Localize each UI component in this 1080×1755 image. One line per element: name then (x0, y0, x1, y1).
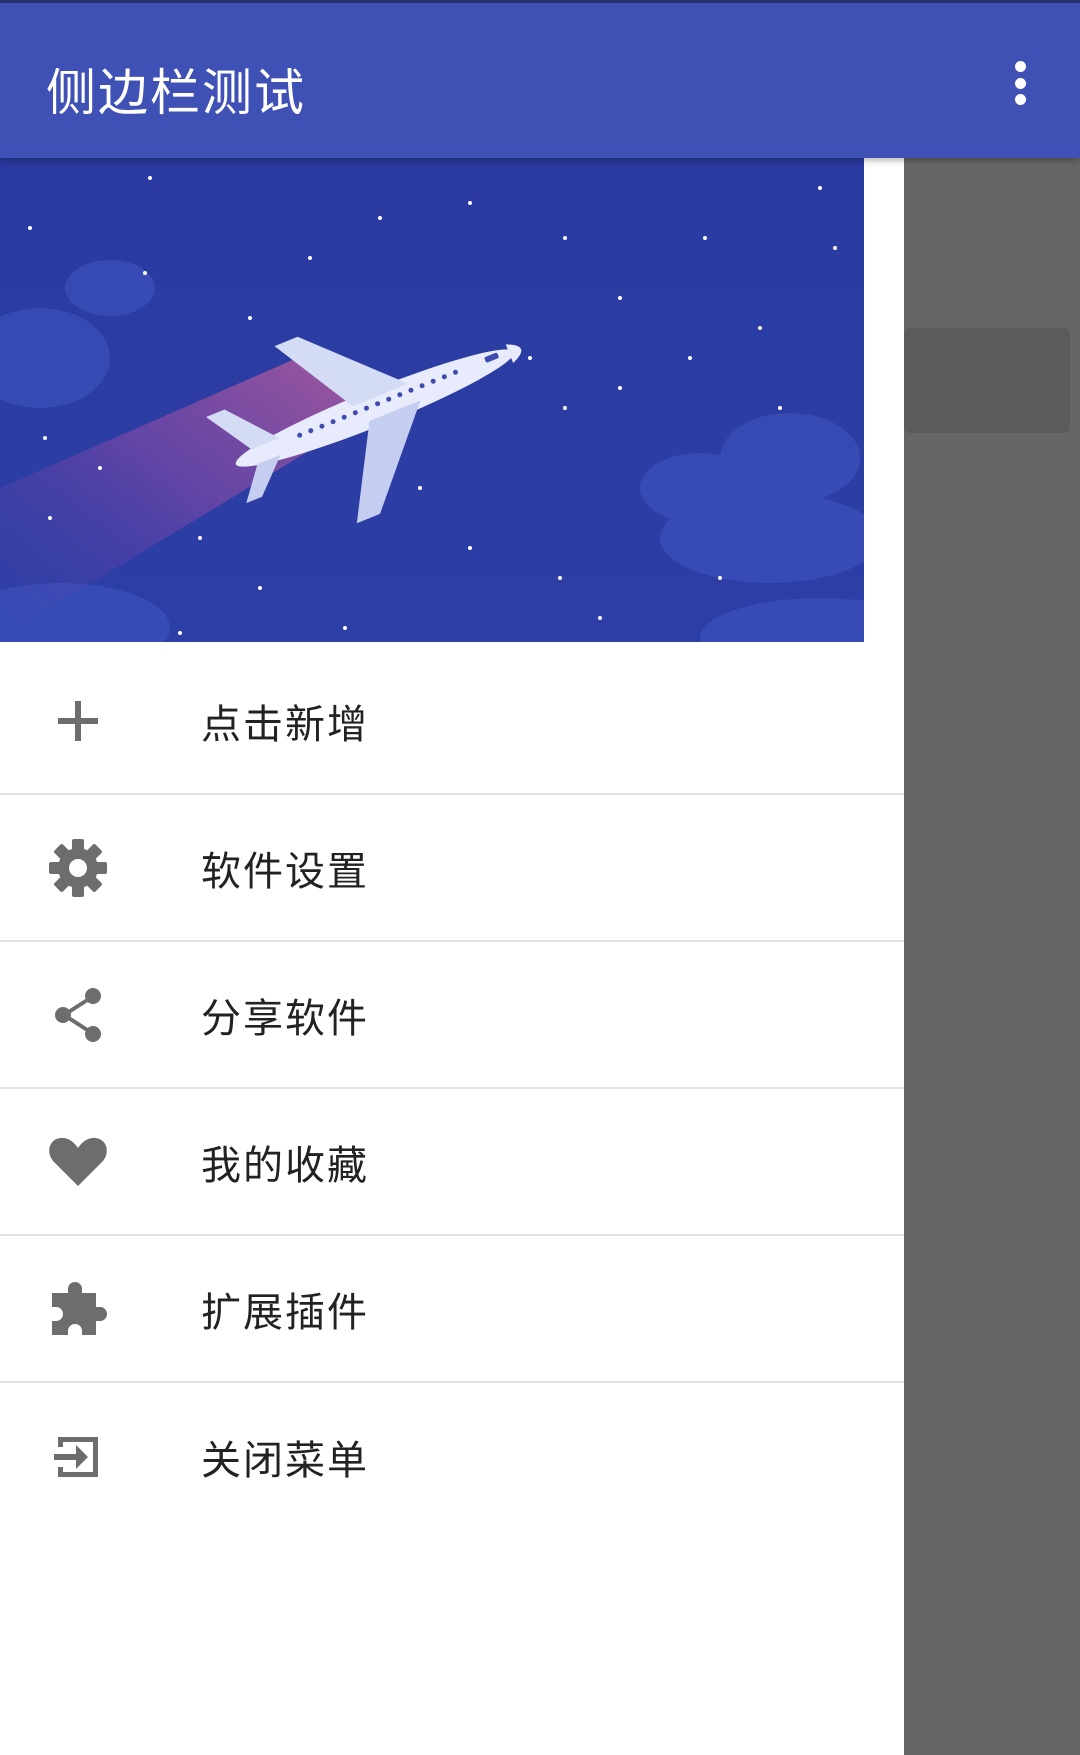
drawer-menu: 点击新增 软件设置 分享软件 我的收藏 扩展插件 关闭菜单 (0, 648, 904, 1530)
background-card (904, 328, 1070, 433)
menu-item-share[interactable]: 分享软件 (0, 942, 904, 1089)
menu-item-label: 扩展插件 (201, 1289, 369, 1336)
menu-item-favorites[interactable]: 我的收藏 (0, 1089, 904, 1236)
menu-item-label: 软件设置 (201, 848, 369, 895)
menu-item-add[interactable]: 点击新增 (0, 648, 904, 795)
menu-item-label: 点击新增 (201, 701, 369, 748)
menu-item-label: 我的收藏 (201, 1142, 369, 1189)
menu-item-label: 分享软件 (201, 995, 369, 1042)
heart-icon (49, 1137, 107, 1186)
share-icon (55, 987, 101, 1042)
navigation-drawer: 点击新增 软件设置 分享软件 我的收藏 扩展插件 关闭菜单 (0, 158, 904, 1755)
menu-item-plugins[interactable]: 扩展插件 (0, 1236, 904, 1383)
app-bar: 侧边栏测试 (0, 0, 1080, 158)
plus-icon (58, 700, 98, 741)
app-title: 侧边栏测试 (46, 64, 306, 122)
exit-icon (54, 1436, 98, 1477)
gear-icon (49, 838, 107, 897)
menu-item-label: 关闭菜单 (201, 1437, 369, 1484)
puzzle-icon (52, 1281, 107, 1335)
more-vert-icon[interactable] (1000, 55, 1040, 111)
menu-item-close[interactable]: 关闭菜单 (0, 1383, 904, 1530)
app-root: 侧边栏测试 点击新增 软件设置 分享软件 我的收藏 扩展插件 关闭菜单 (0, 0, 1080, 1755)
menu-item-settings[interactable]: 软件设置 (0, 795, 904, 942)
drawer-header-image (0, 158, 864, 642)
